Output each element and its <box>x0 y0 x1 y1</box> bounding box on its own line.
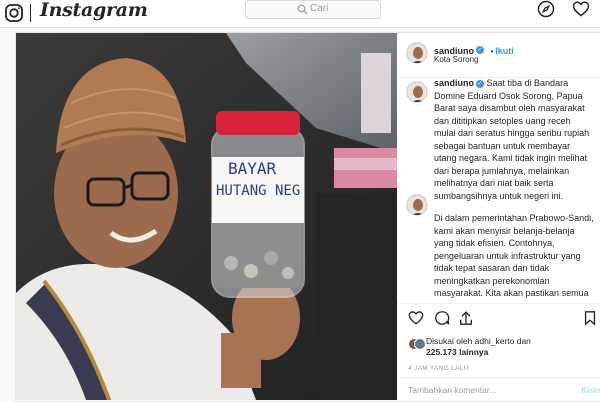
instagram-wordmark[interactable]: Instagram <box>40 0 148 21</box>
jar-label-line-1: BAYAR <box>228 159 277 178</box>
heart-icon[interactable] <box>572 0 590 18</box>
search-placeholder: Cari <box>310 3 329 14</box>
follow-button[interactable]: Ikuti <box>495 46 514 56</box>
caption-paragraph-1: Saat tiba di Bandara Domine Eduard Osok … <box>434 78 590 201</box>
likes-line-1: Disukai oleh adhi_kerto dan <box>426 336 531 346</box>
compass-icon[interactable] <box>537 0 555 18</box>
post-side-panel: sandiuno ✓ • Ikuti Kota Sorong sandiuno ✓ S… <box>398 33 600 400</box>
top-nav-bar: Instagram Cari <box>0 0 600 28</box>
jar-label-line-2: HUTANG NEG <box>216 183 301 199</box>
post-comment-button[interactable]: Kirim <box>581 385 600 395</box>
avatar-image <box>407 43 427 63</box>
caption-text: sandiuno ✓ Saat tiba di Bandara Domine Ed… <box>434 77 594 302</box>
post-photo[interactable]: BAYAR HUTANG NEG <box>16 33 397 400</box>
comment-bar: Tambahkan komentar... Kirim <box>398 377 600 401</box>
caption-verified-icon: ✓ <box>476 79 484 88</box>
post-timestamp: 4 JAM YANG LALU <box>408 365 469 372</box>
avatar[interactable] <box>406 42 428 64</box>
caption-paragraph-2: Di dalam pemerintahan Prabowo-Sandi, kam… <box>434 213 594 302</box>
comment-icon[interactable] <box>434 310 450 326</box>
instagram-camera-icon[interactable] <box>4 3 24 23</box>
likes-summary[interactable]: Disukai oleh adhi_kerto dan 225.173 lain… <box>426 336 531 358</box>
bookmark-icon[interactable] <box>582 310 598 326</box>
location-link[interactable]: Kota Sorong <box>434 55 478 64</box>
caption-avatar-image <box>407 82 427 102</box>
logo-divider <box>30 4 31 22</box>
search-input[interactable]: Cari <box>245 0 381 19</box>
caption-avatar[interactable] <box>406 81 428 103</box>
search-icon <box>297 4 308 15</box>
caption-username[interactable]: sandiuno <box>434 78 474 88</box>
comment-avatar-image <box>407 195 427 215</box>
share-icon[interactable] <box>458 310 474 326</box>
separator-dot: • <box>490 47 494 56</box>
comment-input[interactable]: Tambahkan komentar... <box>408 385 496 395</box>
liker-avatar[interactable] <box>414 338 426 350</box>
likes-line-2: 225.173 lainnya <box>426 347 489 357</box>
verified-badge-icon: ✓ <box>476 45 484 54</box>
like-heart-icon[interactable] <box>408 310 424 326</box>
post-header: sandiuno ✓ • Ikuti Kota Sorong <box>398 33 600 78</box>
photo-illustration <box>16 33 397 400</box>
comment-avatar[interactable] <box>406 194 428 216</box>
